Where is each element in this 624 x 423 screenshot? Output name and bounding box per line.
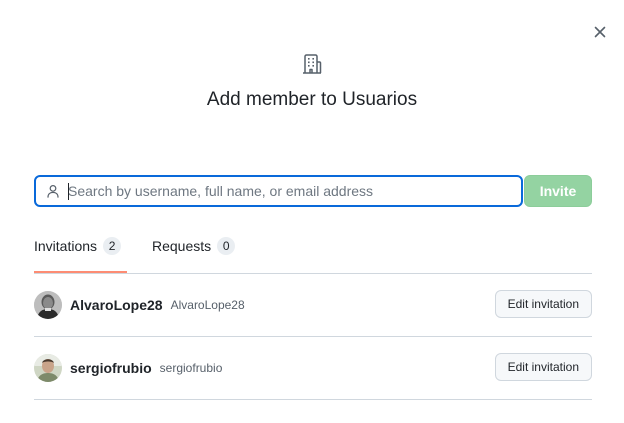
edit-invitation-button[interactable]: Edit invitation [494,290,592,318]
tab-requests-label: Requests [152,238,212,254]
search-input[interactable] [68,177,521,205]
tab-requests-counter: 0 [217,237,236,255]
invitation-row: AlvaroLope28 AlvaroLope28 Edit invitatio… [34,274,592,337]
tab-invitations-counter: 2 [103,237,122,255]
search-field[interactable] [34,175,523,207]
member-login: sergiofrubio [159,361,223,375]
tab-requests[interactable]: Requests 0 [152,234,236,274]
tab-nav: Invitations 2 Requests 0 [34,234,236,274]
member-name[interactable]: sergiofrubio [70,360,152,376]
close-icon [594,26,606,38]
close-button[interactable] [590,22,610,42]
avatar[interactable] [34,354,62,382]
tab-invitations[interactable]: Invitations 2 [34,234,127,274]
organization-icon [303,54,322,74]
member-login: AlvaroLope28 [170,298,245,312]
edit-invitation-button[interactable]: Edit invitation [494,353,592,381]
member-name[interactable]: AlvaroLope28 [70,297,163,313]
text-cursor [68,183,69,200]
person-icon [47,184,59,198]
tab-invitations-label: Invitations [34,238,98,254]
invitation-row: sergiofrubio sergiofrubio Edit invitatio… [34,337,592,400]
invite-button[interactable]: Invite [524,175,592,207]
dialog-title: Add member to Usuarios [206,89,418,110]
avatar[interactable] [34,291,62,319]
